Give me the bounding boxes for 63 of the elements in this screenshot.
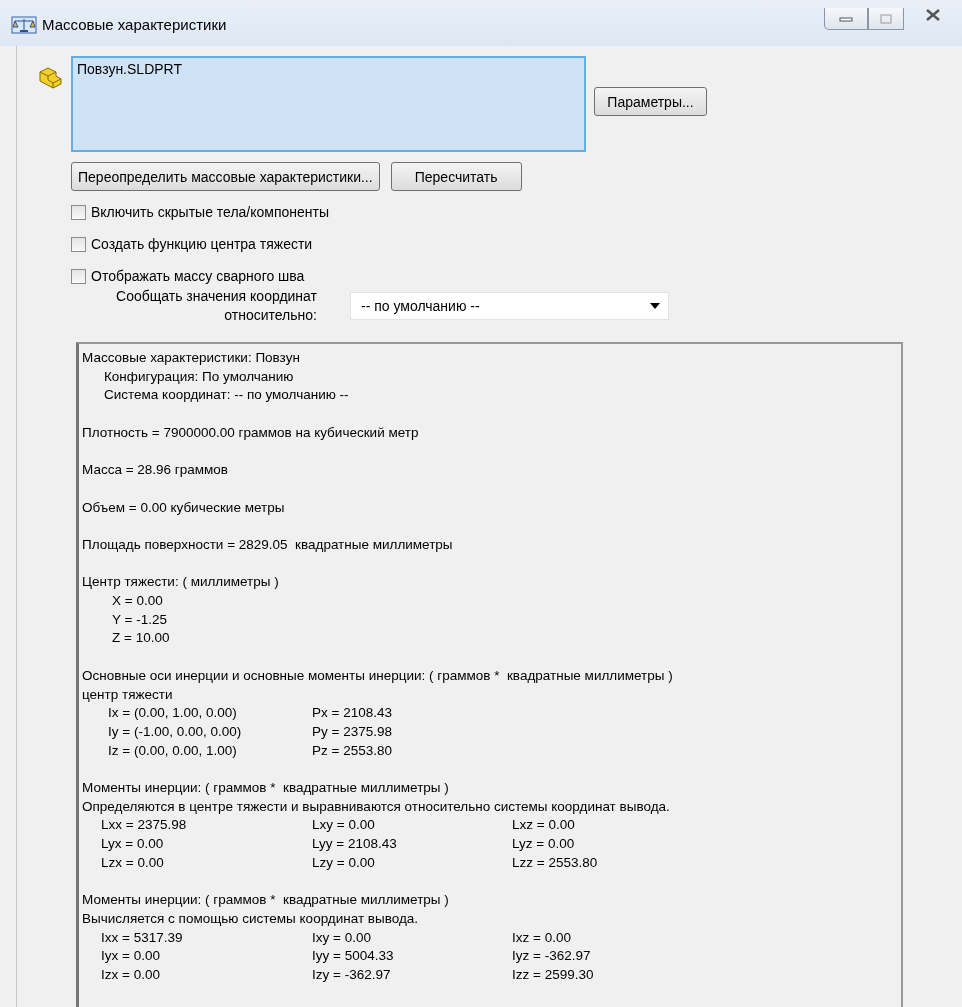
report-text: Y = -1.25 — [112, 610, 167, 629]
report-text: Lzz = 2553.80 — [512, 853, 599, 872]
report-text: Px = 2108.43 — [312, 704, 393, 723]
part-icon — [37, 66, 63, 90]
maximize-button[interactable] — [868, 8, 904, 30]
report-text: Iyz = -362.97 — [512, 947, 592, 966]
report-text: Моменты инерции: ( граммов * квадратные миллиметры ) — [82, 779, 449, 798]
report-text: Izx = 0.00 — [101, 966, 161, 985]
report-text: Izz = 2599.30 — [512, 966, 595, 985]
report-text: Площадь поверхности = 2829.05 квадратные миллиметры — [82, 535, 453, 554]
coordinate-dropdown[interactable]: -- по умолчанию -- — [350, 292, 669, 320]
report-text: Lzy = 0.00 — [312, 853, 376, 872]
report-text: Lyx = 0.00 — [101, 835, 165, 854]
coordinate-label: Сообщать значения координат относительно: — [115, 287, 317, 325]
report-text: X = 0.00 — [112, 592, 163, 611]
report-text: Масса = 28.96 граммов — [82, 461, 228, 480]
report-text: Pz = 2553.80 — [312, 741, 393, 760]
report-text: Lzx = 0.00 — [101, 853, 165, 872]
scales-icon — [11, 16, 37, 34]
dropdown-arrow-icon — [650, 303, 660, 309]
report-text: Конфигурация: По умолчанию — [104, 367, 294, 386]
report-text: Iyx = 0.00 — [101, 947, 161, 966]
report-text: Ixx = 5317.39 — [101, 928, 184, 947]
checkbox[interactable] — [71, 237, 86, 252]
report-text: Iyy = 5004.33 — [312, 947, 395, 966]
report-text: Ixy = 0.00 — [312, 928, 372, 947]
report-text: Izy = -362.97 — [312, 966, 392, 985]
list-item[interactable]: Повзун.SLDPRT — [77, 61, 580, 77]
recalculate-button[interactable]: Пересчитать — [390, 162, 522, 191]
report-text: Lxx = 2375.98 — [101, 816, 188, 835]
report-text: Моменты инерции: ( граммов * квадратные миллиметры ) — [82, 891, 449, 910]
report-text: Lyz = 0.00 — [512, 835, 576, 854]
report-text: Система координат: -- по умолчанию -- — [104, 386, 349, 405]
options-button[interactable]: Параметры... — [594, 87, 707, 116]
report-text: Iz = (0.00, 0.00, 1.00) — [108, 741, 238, 760]
checkbox-label: Создать функцию центра тяжести — [91, 235, 313, 254]
report-text: Ixz = 0.00 — [512, 928, 572, 947]
report-text: Lxy = 0.00 — [312, 816, 376, 835]
report-text: Z = 10.00 — [112, 629, 170, 648]
checkbox[interactable] — [71, 205, 86, 220]
report-text: Определяются в центре тяжести и выравниваются относительно системы координат вывода. — [82, 797, 670, 816]
report-text: Lxz = 0.00 — [512, 816, 576, 835]
checkbox[interactable] — [71, 269, 86, 284]
checkbox-label: Отображать массу сварного шва — [91, 267, 305, 286]
report-text: Объем = 0.00 кубические метры — [82, 498, 285, 517]
minimize-icon — [839, 14, 853, 23]
report-text: Py = 2375.98 — [312, 722, 393, 741]
report-text: Массовые характеристики: Повзун — [82, 349, 300, 367]
maximize-icon — [880, 13, 892, 24]
override-button[interactable]: Переопределить массовые характеристики... — [71, 162, 380, 191]
report-text: центр тяжести — [82, 685, 173, 704]
minimize-button[interactable] — [824, 8, 868, 30]
window-title: Массовые характеристики — [42, 15, 227, 35]
report-text: Основные оси инерции и основные моменты инерции: ( граммов * квадратные миллиметры ) — [82, 666, 673, 685]
report-text: Плотность = 7900000.00 граммов на кубический метр — [82, 423, 419, 442]
selection-list[interactable]: Повзун.SLDPRT — [71, 56, 586, 152]
close-icon — [925, 9, 941, 21]
report-text: Центр тяжести: ( миллиметры ) — [82, 573, 279, 592]
report-text: Ix = (0.00, 1.00, 0.00) — [108, 704, 238, 723]
report-text: Вычисляется с помощью системы координат вывода. — [82, 909, 419, 928]
checkbox-label: Включить скрытые тела/компоненты — [91, 203, 330, 222]
report-text: Lyy = 2108.43 — [312, 835, 398, 854]
report-text: Iy = (-1.00, 0.00, 0.00) — [108, 722, 243, 741]
